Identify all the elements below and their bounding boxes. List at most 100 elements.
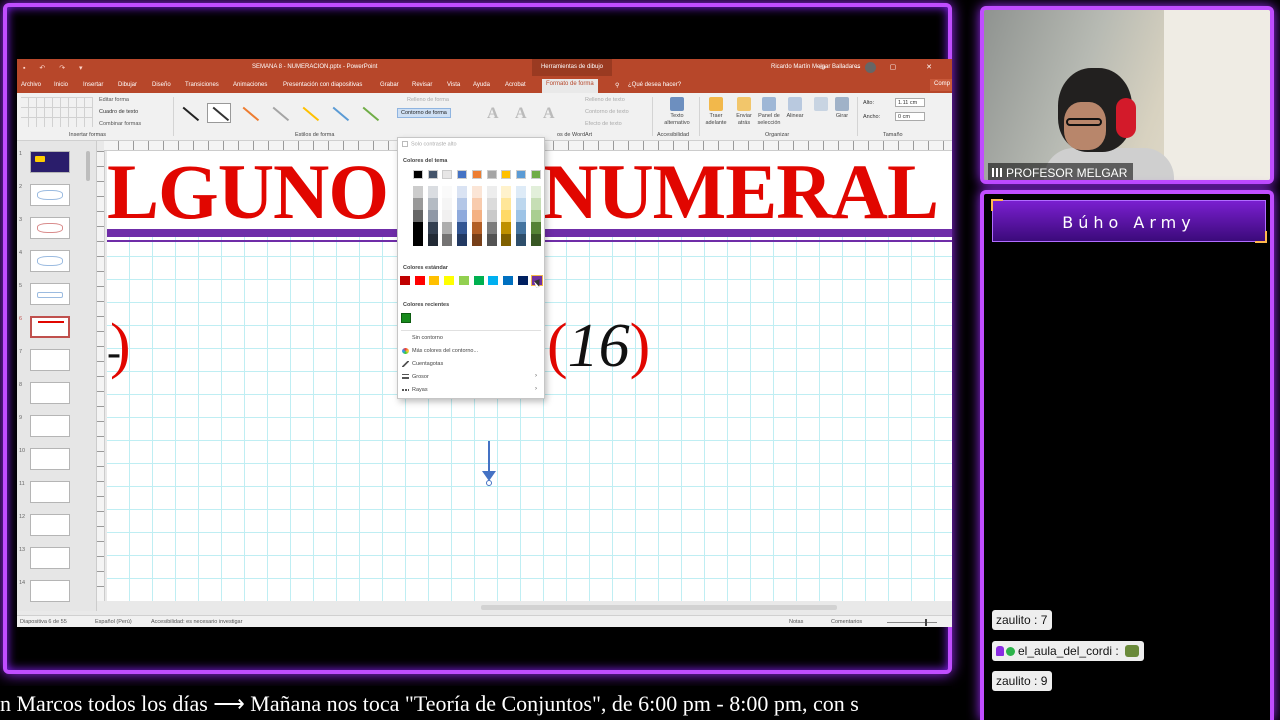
theme-color-shade[interactable] — [501, 222, 512, 234]
theme-color-swatch[interactable] — [442, 170, 453, 179]
theme-color-shade[interactable] — [515, 186, 526, 198]
weight-item[interactable]: Grosor › — [401, 372, 541, 383]
theme-color-shade[interactable] — [413, 210, 423, 222]
tab-vista[interactable]: Vista — [447, 82, 460, 88]
chat-username[interactable]: zaulito — [996, 674, 1031, 688]
tab-ayuda[interactable]: Ayuda — [473, 82, 490, 88]
shape-style-blue-line[interactable] — [327, 103, 351, 123]
shape-style-dark-line[interactable] — [207, 103, 231, 123]
tab-archivo[interactable]: Archivo — [21, 82, 41, 88]
tab-diseno[interactable]: Diseño — [152, 82, 171, 88]
theme-color-shade[interactable] — [457, 234, 468, 246]
zoom-slider-handle[interactable] — [925, 619, 927, 626]
tab-grabar[interactable]: Grabar — [380, 82, 399, 88]
selection-pane-button[interactable]: Panel de selección — [755, 113, 783, 127]
theme-color-swatch[interactable] — [413, 170, 423, 179]
slide-count-status[interactable]: Diapositiva 6 de 55 — [20, 619, 67, 625]
standard-color-swatch[interactable] — [458, 276, 469, 285]
shape-style-black-line[interactable] — [177, 103, 201, 123]
wordart-style-a1[interactable]: A — [487, 105, 499, 123]
theme-color-swatch[interactable] — [530, 170, 541, 179]
chat-username[interactable]: zaulito — [996, 613, 1031, 627]
search-icon[interactable]: ⚲ — [615, 82, 619, 89]
horizontal-scrollbar[interactable] — [481, 605, 837, 610]
theme-color-swatch[interactable] — [515, 170, 526, 179]
high-contrast-checkbox[interactable]: Solo contraste alto — [402, 141, 457, 147]
shape-outline-button[interactable]: Contorno de forma — [397, 108, 451, 118]
slide-thumbnail-11[interactable]: 11 — [17, 481, 97, 511]
theme-color-swatch[interactable] — [427, 170, 438, 179]
slide-thumbnail-2[interactable]: 2 — [17, 184, 97, 214]
theme-color-swatch[interactable] — [486, 170, 497, 179]
notes-button[interactable]: Notas — [789, 619, 803, 625]
theme-color-shade[interactable] — [515, 222, 526, 234]
theme-color-shade[interactable] — [486, 186, 497, 198]
rotate-icon[interactable] — [835, 97, 849, 111]
share-button[interactable]: Comp — [930, 79, 952, 91]
align-button[interactable]: Alinear — [781, 113, 809, 120]
slide-thumbnail-5[interactable]: 5 — [17, 283, 97, 313]
slide-thumbnail-4[interactable]: 4 — [17, 250, 97, 280]
theme-color-shade[interactable] — [501, 210, 512, 222]
wordart-style-a2[interactable]: A — [515, 105, 527, 123]
tab-inicio[interactable]: Inicio — [54, 82, 68, 88]
standard-color-swatch[interactable] — [517, 276, 528, 285]
closing-parenthesis[interactable]: ) — [110, 311, 131, 382]
recent-color-green[interactable] — [401, 313, 411, 323]
theme-color-shade[interactable] — [471, 186, 482, 198]
tab-transiciones[interactable]: Transiciones — [185, 82, 219, 88]
theme-color-shade[interactable] — [413, 234, 423, 246]
standard-color-swatch[interactable] — [414, 276, 425, 285]
theme-color-shade[interactable] — [457, 210, 468, 222]
slide-thumbnail-14[interactable]: 14 — [17, 580, 97, 610]
theme-color-shade[interactable] — [501, 234, 512, 246]
merge-shapes-button[interactable]: Combinar formas — [99, 121, 141, 127]
theme-color-shade[interactable] — [486, 210, 497, 222]
theme-color-shade[interactable] — [515, 234, 526, 246]
theme-color-shade[interactable] — [442, 186, 453, 198]
slide-thumbnail-10[interactable]: 10 — [17, 448, 97, 478]
window-controls[interactable]: ▭ – ▢ ✕ — [819, 63, 946, 71]
theme-color-shade[interactable] — [427, 222, 438, 234]
theme-color-shade[interactable] — [530, 210, 541, 222]
theme-color-shade[interactable] — [457, 186, 468, 198]
group-objects-icon[interactable] — [814, 97, 828, 111]
edit-shape-button[interactable]: Editar forma — [99, 97, 129, 103]
arrow-resize-handle[interactable] — [486, 480, 492, 486]
theme-color-shade[interactable] — [501, 186, 512, 198]
theme-color-shade[interactable] — [442, 198, 453, 210]
accessibility-status[interactable]: Accesibilidad: es necesario investigar — [151, 619, 242, 625]
theme-color-shade[interactable] — [442, 210, 453, 222]
shape-style-green-line[interactable] — [357, 103, 381, 123]
theme-color-shade[interactable] — [427, 234, 438, 246]
standard-color-swatch[interactable] — [488, 276, 499, 285]
tab-presentacion[interactable]: Presentación con diapositivas — [283, 82, 362, 88]
selection-pane-icon[interactable] — [762, 97, 776, 111]
theme-color-shade[interactable] — [530, 198, 541, 210]
theme-color-shade[interactable] — [442, 222, 453, 234]
chat-username[interactable]: el_aula_del_cordi — [1018, 644, 1112, 658]
theme-color-shade[interactable] — [442, 234, 453, 246]
text-box-button[interactable]: Cuadro de texto — [99, 109, 138, 115]
send-backward-button[interactable]: Enviar atrás — [730, 113, 758, 127]
text-fill-button[interactable]: Relleno de texto — [585, 97, 625, 103]
slide-thumbnail-7[interactable]: 7 — [17, 349, 97, 379]
standard-color-swatch[interactable] — [473, 276, 484, 285]
slide-thumbnail-1[interactable]: 1 — [17, 151, 97, 181]
theme-color-shade[interactable] — [471, 222, 482, 234]
theme-color-shade[interactable] — [515, 210, 526, 222]
shapes-gallery[interactable] — [21, 97, 93, 127]
theme-color-shade[interactable] — [457, 222, 468, 234]
slide-thumbnail-13[interactable]: 13 — [17, 547, 97, 577]
align-icon[interactable] — [788, 97, 802, 111]
theme-color-shade[interactable] — [471, 198, 482, 210]
slide-thumbnail-9[interactable]: 9 — [17, 415, 97, 445]
send-backward-icon[interactable] — [737, 97, 751, 111]
theme-color-shade[interactable] — [501, 198, 512, 210]
comments-button[interactable]: Comentarios — [831, 619, 862, 625]
shape-style-orange-line[interactable] — [237, 103, 261, 123]
tab-animaciones[interactable]: Animaciones — [233, 82, 267, 88]
zoom-slider[interactable] — [887, 622, 937, 623]
theme-color-shade[interactable] — [471, 234, 482, 246]
tab-insertar[interactable]: Insertar — [83, 82, 103, 88]
